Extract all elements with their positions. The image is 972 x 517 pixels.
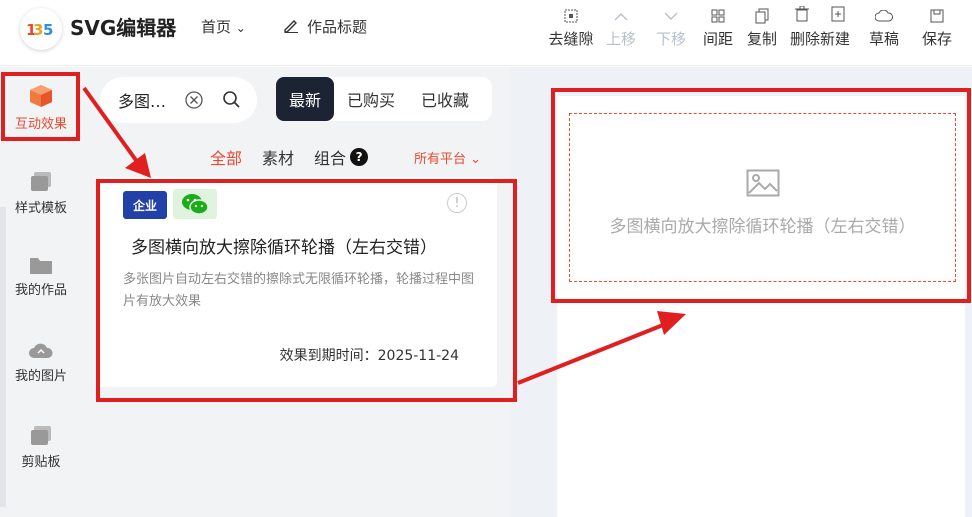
search-box[interactable]: 多图… <box>100 77 257 123</box>
chevron-up-icon <box>613 4 629 28</box>
folder-icon <box>29 255 53 279</box>
pencil-icon <box>283 17 299 37</box>
spacing-button[interactable]: 间距 <box>696 4 740 49</box>
rail-item-my-works[interactable]: 我的作品 <box>0 255 82 298</box>
highlight-box-rail <box>1 72 80 141</box>
filter-all[interactable]: 全部 <box>210 145 242 169</box>
gap-label: 去缝隙 <box>548 30 594 48</box>
filter-material[interactable]: 素材 <box>262 145 294 169</box>
chevron-down-icon: ⌄ <box>235 21 246 35</box>
copy-label: 复制 <box>746 30 777 48</box>
draft-button[interactable]: 草稿 <box>856 4 912 49</box>
clear-icon[interactable] <box>184 90 204 114</box>
clipboard-icon <box>30 425 52 451</box>
search-input[interactable]: 多图… <box>118 88 166 112</box>
delete-new-button[interactable]: 删除新建 <box>784 4 856 49</box>
chevron-down-icon <box>663 4 679 28</box>
highlight-box-canvas <box>551 88 971 303</box>
rail-label-my-images: 我的图片 <box>14 369 67 384</box>
work-title-editor[interactable]: 作品标题 <box>283 16 367 37</box>
sort-segment: 最新 已购买 已收藏 <box>276 77 492 121</box>
top-header: 1 3 5 SVG编辑器 首页 ⌄ 作品标题 去缝隙 上移 下移 间距 复制 删… <box>0 0 972 66</box>
rail-label-my-works: 我的作品 <box>14 283 67 298</box>
copy-button[interactable]: 复制 <box>740 4 784 49</box>
move-up-button[interactable]: 上移 <box>596 4 646 49</box>
nav-home-label: 首页 <box>201 18 232 36</box>
toolbar: 去缝隙 上移 下移 间距 复制 删除新建 草稿 保存 <box>546 4 962 49</box>
save-button[interactable]: 保存 <box>912 4 962 49</box>
move-up-label: 上移 <box>605 30 636 48</box>
rail-item-my-images[interactable]: 我的图片 <box>0 341 82 384</box>
trash-icon <box>795 5 809 26</box>
save-icon <box>930 4 944 28</box>
tab-purchased[interactable]: 已购买 <box>334 77 408 121</box>
cloud-icon <box>875 4 893 28</box>
new-file-icon <box>831 6 845 26</box>
app-logo[interactable]: 1 3 5 <box>20 8 62 50</box>
gap-button[interactable]: 去缝隙 <box>546 4 596 49</box>
template-icon <box>30 171 52 197</box>
rail-item-clipboard[interactable]: 剪贴板 <box>0 425 82 470</box>
tab-favorited[interactable]: 已收藏 <box>408 77 482 121</box>
svg-text:3: 3 <box>33 21 43 39</box>
app-name: SVG编辑器 <box>70 16 177 40</box>
platform-label: 所有平台 <box>414 152 467 167</box>
gap-icon <box>564 4 578 28</box>
svg-text:5: 5 <box>43 21 53 39</box>
category-filters: 全部 素材 组合 ? <box>210 145 369 169</box>
tab-latest[interactable]: 最新 <box>276 77 335 121</box>
spacing-label: 间距 <box>702 30 733 48</box>
search-icon[interactable] <box>222 90 242 114</box>
copy-icon <box>755 4 769 28</box>
rail-label-clipboard: 剪贴板 <box>21 455 61 470</box>
cloud-upload-icon <box>29 341 53 365</box>
save-label: 保存 <box>921 30 952 48</box>
highlight-box-card <box>96 179 517 402</box>
spacing-icon <box>711 4 725 28</box>
filter-combo[interactable]: 组合 <box>314 145 346 169</box>
svg-editor-app: 1 3 5 SVG编辑器 首页 ⌄ 作品标题 去缝隙 上移 下移 间距 复制 删… <box>0 0 972 517</box>
work-title-label: 作品标题 <box>307 18 368 36</box>
move-down-button[interactable]: 下移 <box>646 4 696 49</box>
rail-label-style-templates: 样式模板 <box>14 201 67 216</box>
chevron-down-icon: ⌄ <box>470 152 482 167</box>
delete-new-label: 删除新建 <box>789 30 850 48</box>
platform-dropdown[interactable]: 所有平台 ⌄ <box>414 148 481 167</box>
draft-label: 草稿 <box>868 30 899 48</box>
help-icon[interactable]: ? <box>350 148 369 166</box>
rail-item-style-templates[interactable]: 样式模板 <box>0 171 82 216</box>
nav-home-menu[interactable]: 首页 ⌄ <box>201 16 246 37</box>
move-down-label: 下移 <box>655 30 686 48</box>
